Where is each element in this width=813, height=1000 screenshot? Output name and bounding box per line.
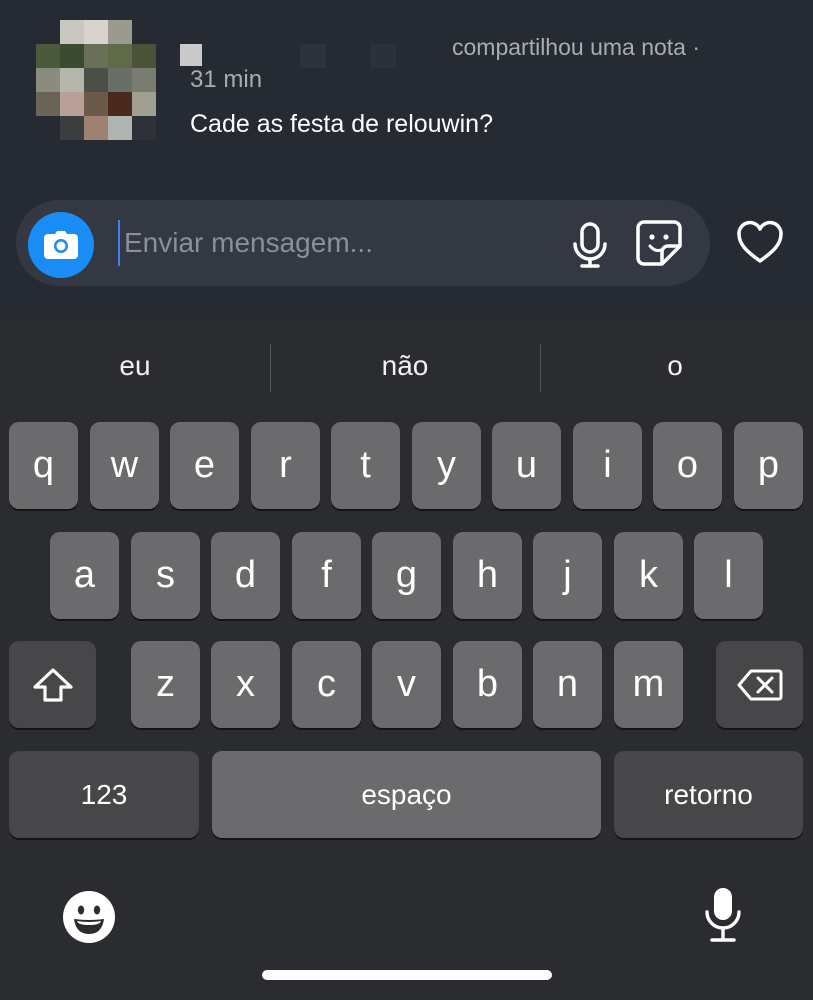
username-redacted-2	[300, 44, 326, 68]
key-v[interactable]: v	[372, 641, 441, 728]
voice-message-button[interactable]	[570, 222, 610, 268]
suggestion-1[interactable]: eu	[60, 350, 210, 382]
username-redacted	[180, 44, 202, 66]
note-panel: compartilhou uma nota · 31 min Cade as f…	[0, 0, 813, 318]
numbers-key[interactable]: 123	[9, 751, 199, 838]
key-q[interactable]: q	[9, 422, 78, 509]
emoji-button[interactable]	[62, 890, 116, 944]
key-l[interactable]: l	[694, 532, 763, 619]
shared-note-text: compartilhou uma nota ·	[452, 34, 701, 60]
avatar[interactable]	[36, 20, 156, 140]
key-e[interactable]: e	[170, 422, 239, 509]
backspace-icon	[737, 669, 782, 700]
key-m[interactable]: m	[614, 641, 683, 728]
suggestion-divider	[270, 344, 271, 392]
key-d[interactable]: d	[211, 532, 280, 619]
like-button[interactable]	[736, 220, 784, 266]
key-g[interactable]: g	[372, 532, 441, 619]
message-input[interactable]	[118, 220, 544, 266]
delete-key[interactable]	[716, 641, 803, 728]
key-y[interactable]: y	[412, 422, 481, 509]
microphone-icon	[573, 222, 607, 268]
emoji-icon	[63, 891, 115, 943]
key-z[interactable]: z	[131, 641, 200, 728]
suggestion-bar: eu não o	[0, 318, 813, 418]
sticker-button[interactable]	[636, 220, 682, 266]
heart-icon	[737, 220, 783, 263]
return-key[interactable]: retorno	[614, 751, 803, 838]
note-content: Cade as festa de relouwin?	[190, 110, 493, 138]
suggestion-2[interactable]: não	[330, 350, 480, 382]
key-p[interactable]: p	[734, 422, 803, 509]
camera-icon	[44, 231, 78, 259]
key-x[interactable]: x	[211, 641, 280, 728]
key-f[interactable]: f	[292, 532, 361, 619]
key-a[interactable]: a	[50, 532, 119, 619]
keyboard: eu não o q w e r t y u i o p a s d f g h…	[0, 318, 813, 1000]
key-c[interactable]: c	[292, 641, 361, 728]
key-o[interactable]: o	[653, 422, 722, 509]
key-b[interactable]: b	[453, 641, 522, 728]
dictation-button[interactable]	[704, 886, 742, 944]
key-t[interactable]: t	[331, 422, 400, 509]
shift-icon	[32, 667, 73, 702]
key-h[interactable]: h	[453, 532, 522, 619]
suggestion-divider	[540, 344, 541, 392]
message-composer	[16, 200, 710, 286]
shift-key[interactable]	[9, 641, 96, 728]
note-timestamp: 31 min	[190, 66, 263, 93]
key-j[interactable]: j	[533, 532, 602, 619]
key-n[interactable]: n	[533, 641, 602, 728]
space-key[interactable]: espaço	[212, 751, 601, 838]
sticker-icon	[636, 220, 682, 266]
key-r[interactable]: r	[251, 422, 320, 509]
key-u[interactable]: u	[492, 422, 561, 509]
key-i[interactable]: i	[573, 422, 642, 509]
suggestion-3[interactable]: o	[600, 350, 750, 382]
home-indicator[interactable]	[262, 970, 552, 980]
key-w[interactable]: w	[90, 422, 159, 509]
username-redacted-3	[370, 44, 396, 68]
key-s[interactable]: s	[131, 532, 200, 619]
camera-button[interactable]	[28, 212, 94, 278]
microphone-icon	[705, 888, 741, 942]
key-k[interactable]: k	[614, 532, 683, 619]
